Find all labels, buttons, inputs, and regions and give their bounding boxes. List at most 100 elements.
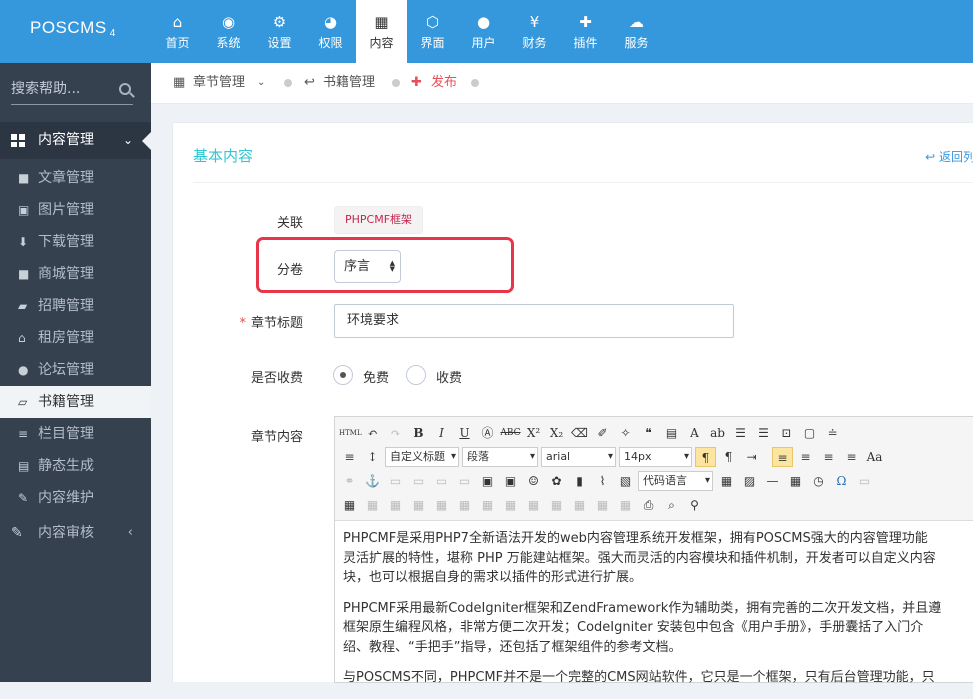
- font-family-select[interactable]: arial: [541, 447, 616, 467]
- image-left-icon[interactable]: ▭: [408, 471, 429, 491]
- template-icon[interactable]: ▦: [716, 471, 737, 491]
- select-all-icon[interactable]: ⊡: [776, 423, 797, 443]
- paragraph-select[interactable]: 段落: [462, 447, 538, 467]
- unordered-list-icon[interactable]: ☰: [753, 423, 774, 443]
- magic-icon[interactable]: ✧: [615, 423, 636, 443]
- topnav-item-6[interactable]: ● 用户: [458, 0, 509, 63]
- custom-title-select[interactable]: 自定义标题: [385, 447, 459, 467]
- rich-text-editor[interactable]: HTML ↶ ↷ B I U Ⓐ ABC X² X₂ ⌫ ✐ ✧ ❝ ▤ A a…: [334, 416, 973, 685]
- search-replace-icon[interactable]: ⚲: [684, 495, 705, 515]
- sidebar-item-0[interactable]: ■ 文章管理: [0, 162, 151, 194]
- ordered-list-icon[interactable]: ☰: [730, 423, 751, 443]
- scrawl-icon[interactable]: ✿: [546, 471, 567, 491]
- sidebar-item-7[interactable]: ▱ 书籍管理: [0, 386, 151, 418]
- topnav-item-4[interactable]: ▦ 内容: [356, 0, 407, 63]
- justify-icon[interactable]: ≡: [841, 447, 862, 467]
- insert-col-icon[interactable]: ▦: [454, 495, 475, 515]
- search-icon[interactable]: [119, 83, 131, 95]
- delete-col-icon[interactable]: ▦: [477, 495, 498, 515]
- chapter-title-input[interactable]: 环境要求: [334, 304, 734, 338]
- quote-icon[interactable]: ❝: [638, 423, 659, 443]
- redo-icon[interactable]: ↷: [385, 423, 406, 443]
- strikethrough-icon[interactable]: ABC: [500, 423, 521, 443]
- merge-right-icon[interactable]: ▦: [523, 495, 544, 515]
- background-icon[interactable]: ▨: [739, 471, 760, 491]
- align-center-icon[interactable]: ≡: [795, 447, 816, 467]
- sidebar-item-1[interactable]: ▣ 图片管理: [0, 194, 151, 226]
- bold-icon[interactable]: B: [408, 423, 429, 443]
- topnav-item-8[interactable]: ✚ 插件: [560, 0, 611, 63]
- undo-icon[interactable]: ↶: [362, 423, 383, 443]
- image-icon[interactable]: ▣: [477, 471, 498, 491]
- rtl-icon[interactable]: ¶: [718, 447, 739, 467]
- merge-down-icon[interactable]: ▦: [546, 495, 567, 515]
- radio-paid[interactable]: [406, 365, 426, 385]
- italic-icon[interactable]: I: [431, 423, 452, 443]
- volume-select[interactable]: 序言 ▲ ▼: [334, 250, 401, 283]
- breadcrumb-books[interactable]: 书籍管理: [323, 63, 375, 103]
- brush-icon[interactable]: ✐: [592, 423, 613, 443]
- font-border-icon[interactable]: Ⓐ: [477, 423, 498, 443]
- row-spacing-icon[interactable]: ≐: [822, 423, 843, 443]
- sidebar-item-6[interactable]: ● 论坛管理: [0, 354, 151, 386]
- code-language-select[interactable]: 代码语言: [638, 471, 713, 491]
- sidebar-group-review[interactable]: ✎ 内容审核 ‹: [0, 517, 151, 549]
- time-icon[interactable]: ◷: [808, 471, 829, 491]
- clear-doc-icon[interactable]: ▢: [799, 423, 820, 443]
- underline-icon[interactable]: U: [454, 423, 475, 443]
- topnav-item-9[interactable]: ☁ 服务: [611, 0, 662, 63]
- multi-image-icon[interactable]: ▣: [500, 471, 521, 491]
- superscript-icon[interactable]: X²: [523, 423, 544, 443]
- paste-icon[interactable]: ▤: [661, 423, 682, 443]
- anchor-icon[interactable]: ⚓: [362, 471, 383, 491]
- unlink-icon[interactable]: ⚭: [339, 471, 360, 491]
- logo[interactable]: POSCMS 4: [30, 18, 116, 39]
- case-icon[interactable]: Aa: [864, 447, 885, 467]
- delete-row-icon[interactable]: ▦: [431, 495, 452, 515]
- line-height-icon[interactable]: ↕: [362, 447, 383, 467]
- relation-tag[interactable]: PHPCMF框架: [334, 206, 424, 234]
- ltr-icon[interactable]: ¶: [695, 447, 716, 467]
- sidebar-item-4[interactable]: ▰ 招聘管理: [0, 290, 151, 322]
- sidebar-item-2[interactable]: ⬇ 下载管理: [0, 226, 151, 258]
- topnav-item-5[interactable]: ⬡ 界面: [407, 0, 458, 63]
- radio-free-label[interactable]: 免费: [363, 367, 389, 386]
- eraser-icon[interactable]: ⌫: [569, 423, 590, 443]
- highlight-icon[interactable]: ab: [707, 423, 728, 443]
- horizontal-rule-icon[interactable]: —: [762, 471, 783, 491]
- editor-body[interactable]: PHPCMF是采用PHP7全新语法开发的web内容管理系统开发框架，拥有POSC…: [343, 529, 973, 699]
- insert-table-icon[interactable]: ▦: [339, 495, 360, 515]
- breadcrumb-publish[interactable]: 发布: [431, 63, 457, 103]
- preview-icon[interactable]: ⌕: [661, 495, 682, 515]
- paragraph-spacing-icon[interactable]: ≡: [339, 447, 360, 467]
- html-source-icon[interactable]: HTML: [339, 423, 362, 443]
- chevron-down-icon[interactable]: ⌄: [257, 63, 265, 103]
- sidebar-search-input[interactable]: 搜索帮助...: [11, 77, 133, 105]
- back-link[interactable]: ↩ 返回列: [925, 148, 973, 165]
- sidebar-item-5[interactable]: ⌂ 租房管理: [0, 322, 151, 354]
- emotion-icon[interactable]: ☺: [523, 471, 544, 491]
- map-icon[interactable]: ▧: [615, 471, 636, 491]
- font-color-icon[interactable]: A: [684, 423, 705, 443]
- image-none-icon[interactable]: ▭: [385, 471, 406, 491]
- video-icon[interactable]: ▮: [569, 471, 590, 491]
- radio-paid-label[interactable]: 收费: [436, 367, 462, 386]
- topnav-item-3[interactable]: ◕ 权限: [305, 0, 356, 63]
- sidebar-item-8[interactable]: ≡ 栏目管理: [0, 418, 151, 450]
- insert-row-before-icon[interactable]: ▦: [385, 495, 406, 515]
- sidebar-item-9[interactable]: ▤ 静态生成: [0, 450, 151, 482]
- topnav-item-2[interactable]: ⚙ 设置: [254, 0, 305, 63]
- merge-cells-icon[interactable]: ▦: [500, 495, 521, 515]
- indent-icon[interactable]: ⇥: [741, 447, 762, 467]
- align-right-icon[interactable]: ≡: [818, 447, 839, 467]
- topnav-item-0[interactable]: ⌂ 首页: [152, 0, 203, 63]
- attachment-icon[interactable]: ⌇: [592, 471, 613, 491]
- radio-free[interactable]: [333, 365, 353, 385]
- align-left-icon[interactable]: ≡: [772, 447, 793, 467]
- print-icon[interactable]: ⎙: [638, 495, 659, 515]
- split-cells-icon[interactable]: ▦: [569, 495, 590, 515]
- image-center-icon[interactable]: ▭: [454, 471, 475, 491]
- topnav-item-7[interactable]: ¥ 财务: [509, 0, 560, 63]
- split-cols-icon[interactable]: ▦: [615, 495, 636, 515]
- breadcrumb-chapter[interactable]: 章节管理: [193, 63, 245, 103]
